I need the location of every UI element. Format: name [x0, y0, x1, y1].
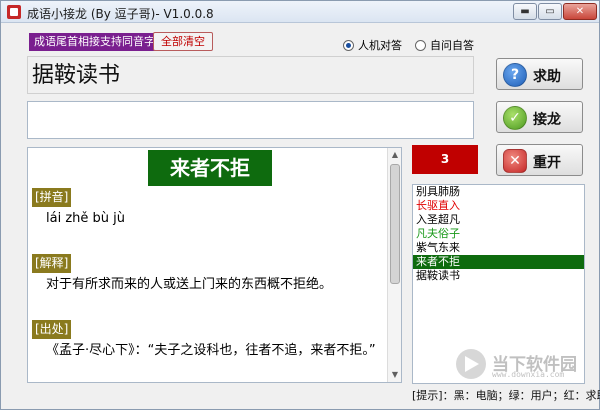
history-item[interactable]: 凡夫俗子: [413, 227, 584, 241]
scroll-down-arrow-icon[interactable]: ▼: [388, 368, 402, 382]
history-item[interactable]: 长驱直入: [413, 199, 584, 213]
color-hint: [提示]：黑：电脑；绿：用户；红：求助: [412, 389, 600, 402]
idiom-word-banner: 来者不拒: [148, 150, 272, 186]
history-item[interactable]: 来者不拒: [413, 255, 584, 269]
radio-dot[interactable]: [415, 39, 426, 51]
history-item[interactable]: 紫气东来: [413, 241, 584, 255]
history-item[interactable]: 据鞍读书: [413, 269, 584, 283]
detail-scrollbar[interactable]: ▲ ▼: [387, 148, 401, 382]
history-item[interactable]: 别具肺肠: [413, 185, 584, 199]
help-button[interactable]: ? 求助: [496, 58, 583, 90]
help-button-label: 求助: [533, 69, 561, 85]
app-window: 成语小接龙 (By 逗子哥)- V1.0.0.8 ▬ ▭ ✕ 成语尾首相接支持同…: [0, 0, 600, 410]
close-button[interactable]: ✕: [563, 3, 597, 20]
current-idiom-display: 据鞍读书: [27, 56, 474, 94]
check-icon: ✓: [503, 106, 527, 130]
watermark-url: www.downxia.com: [492, 370, 565, 379]
idiom-detail-pane: 来者不拒 [拼音] lái zhě bù jù [解释] 对于有所求而来的人或送…: [27, 147, 402, 383]
radio-dot-selected[interactable]: [343, 39, 354, 51]
chain-button[interactable]: ✓ 接龙: [496, 101, 583, 133]
meaning-tag: [解释]: [32, 254, 72, 273]
chain-button-label: 接龙: [533, 112, 561, 128]
source-text: 《孟子·尽心下》：“夫子之设科也，往者不追，来者不拒。”: [46, 343, 376, 358]
history-item[interactable]: 入圣超凡: [413, 213, 584, 227]
chain-count: 3: [412, 145, 478, 174]
watermark: 当下软件园 www.downxia.com: [456, 349, 586, 385]
minimize-button[interactable]: ▬: [513, 3, 537, 20]
radio-vs-computer[interactable]: 人机对答: [343, 38, 402, 52]
window-title: 成语小接龙 (By 逗子哥)- V1.0.0.8: [27, 7, 214, 21]
scroll-up-arrow-icon[interactable]: ▲: [388, 148, 402, 162]
title-bar[interactable]: 成语小接龙 (By 逗子哥)- V1.0.0.8 ▬ ▭ ✕: [1, 1, 599, 23]
question-icon: ?: [503, 63, 527, 87]
pinyin-text: lái zhě bù jù: [46, 211, 125, 226]
app-book-icon: [7, 5, 21, 19]
pinyin-tag: [拼音]: [32, 188, 72, 207]
clear-all-button[interactable]: 全部清空: [153, 32, 213, 51]
restart-button-label: 重开: [533, 155, 561, 171]
meaning-text: 对于有所求而来的人或送上门来的东西概不拒绝。: [46, 277, 333, 292]
restart-button[interactable]: ✕ 重开: [496, 144, 583, 176]
radio-self-answer-label: 自问自答: [430, 39, 474, 52]
close-icon: ✕: [503, 149, 527, 173]
radio-vs-computer-label: 人机对答: [358, 39, 402, 52]
radio-self-answer[interactable]: 自问自答: [415, 38, 474, 52]
watermark-logo-icon: [456, 349, 486, 379]
idiom-input[interactable]: [27, 101, 474, 139]
maximize-button[interactable]: ▭: [538, 3, 562, 20]
source-tag: [出处]: [32, 320, 72, 339]
scroll-thumb[interactable]: [390, 164, 400, 284]
mode-label: 成语尾首相接支持同音字: [29, 33, 160, 51]
